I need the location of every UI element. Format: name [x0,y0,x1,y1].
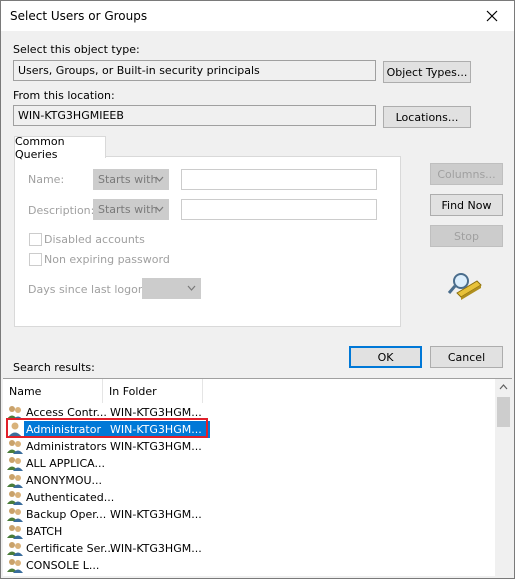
table-row[interactable]: ALL APPLICA... [6,455,486,472]
name-input[interactable] [181,169,377,190]
columns-button[interactable]: Columns... [430,163,503,185]
column-header-name-label: Name [9,385,42,398]
column-header-in-folder[interactable]: In Folder [103,379,203,403]
cancel-button[interactable]: Cancel [430,346,503,368]
user-group-icon [7,457,23,471]
location-label: From this location: [13,89,115,102]
user-group-icon [7,440,23,454]
object-type-field: Users, Groups, or Built-in security prin… [13,60,376,81]
stop-button[interactable]: Stop [430,225,503,247]
results-scrollbar[interactable] [495,379,512,577]
locations-button[interactable]: Locations... [383,106,471,128]
object-types-button[interactable]: Object Types... [383,61,471,83]
description-mode-value: Starts with [98,203,158,216]
row-name: CONSOLE L... [26,559,100,572]
row-name: ALL APPLICA... [26,457,105,470]
user-group-icon [7,525,23,539]
row-name: ANONYMOU... [26,474,103,487]
ok-button[interactable]: OK [349,346,422,368]
close-button[interactable] [470,1,514,31]
table-row[interactable]: Backup Oper... WIN-KTG3HGM... [6,506,486,523]
select-users-dialog: Select Users or Groups Select this objec… [0,0,515,579]
row-folder: WIN-KTG3HGM... [110,440,202,453]
description-label: Description: [28,204,95,217]
close-icon [486,10,498,22]
user-group-icon [7,559,23,573]
non-expiring-password-checkbox[interactable] [29,253,42,266]
dropdown-arrow-icon [155,206,164,212]
name-mode-value: Starts with [98,173,158,186]
find-now-button[interactable]: Find Now [430,194,503,216]
column-header-in-folder-label: In Folder [109,385,157,398]
title-bar: Select Users or Groups [1,1,514,31]
description-input[interactable] [181,199,377,220]
tab-common-queries[interactable]: Common Queries [14,134,106,161]
table-row[interactable]: BATCH [6,523,486,540]
row-folder: WIN-KTG3HGM... [110,508,202,521]
table-row[interactable]: Authenticated... [6,489,486,506]
days-since-logon-label: Days since last logon: [28,283,149,296]
days-since-logon-select[interactable] [142,278,201,299]
description-mode-select[interactable]: Starts with [93,199,169,220]
search-query-icon [447,273,482,300]
user-group-icon [7,542,23,556]
table-row[interactable]: ANONYMOU... [6,472,486,489]
scroll-thumb[interactable] [497,397,510,427]
non-expiring-password-label: Non expiring password [44,253,170,266]
table-row[interactable]: Administrators WIN-KTG3HGM... [6,438,486,455]
window-title: Select Users or Groups [10,9,148,23]
user-group-icon [7,474,23,488]
disabled-accounts-checkbox[interactable] [29,233,42,246]
search-results-list[interactable]: Name In Folder Access Contr... WIN-KTG3H… [3,378,512,577]
row-name: Backup Oper... [26,508,107,521]
row-folder: WIN-KTG3HGM... [110,542,202,555]
user-group-icon [7,508,23,522]
scroll-up-arrow-icon[interactable] [499,383,508,391]
search-results-label: Search results: [13,361,95,374]
name-mode-select[interactable]: Starts with [93,169,169,190]
dropdown-arrow-icon [187,285,196,291]
location-field: WIN-KTG3HGMIEEB [13,105,376,126]
row-name: Authenticated... [26,491,115,504]
dropdown-arrow-icon [155,176,164,182]
name-label: Name: [28,173,65,186]
table-row[interactable]: Certificate Ser... WIN-KTG3HGM... [6,540,486,557]
user-group-icon [7,491,23,505]
row-name: Certificate Ser... [26,542,115,555]
row-name: Administrators [26,440,107,453]
table-row[interactable]: CONSOLE L... [6,557,486,574]
disabled-accounts-label: Disabled accounts [44,233,145,246]
row-name: BATCH [26,525,63,538]
selection-annotation-outline [6,418,208,438]
column-header-name[interactable]: Name [3,379,103,403]
object-type-label: Select this object type: [13,43,140,56]
tab-common-queries-label: Common Queries [15,134,65,161]
